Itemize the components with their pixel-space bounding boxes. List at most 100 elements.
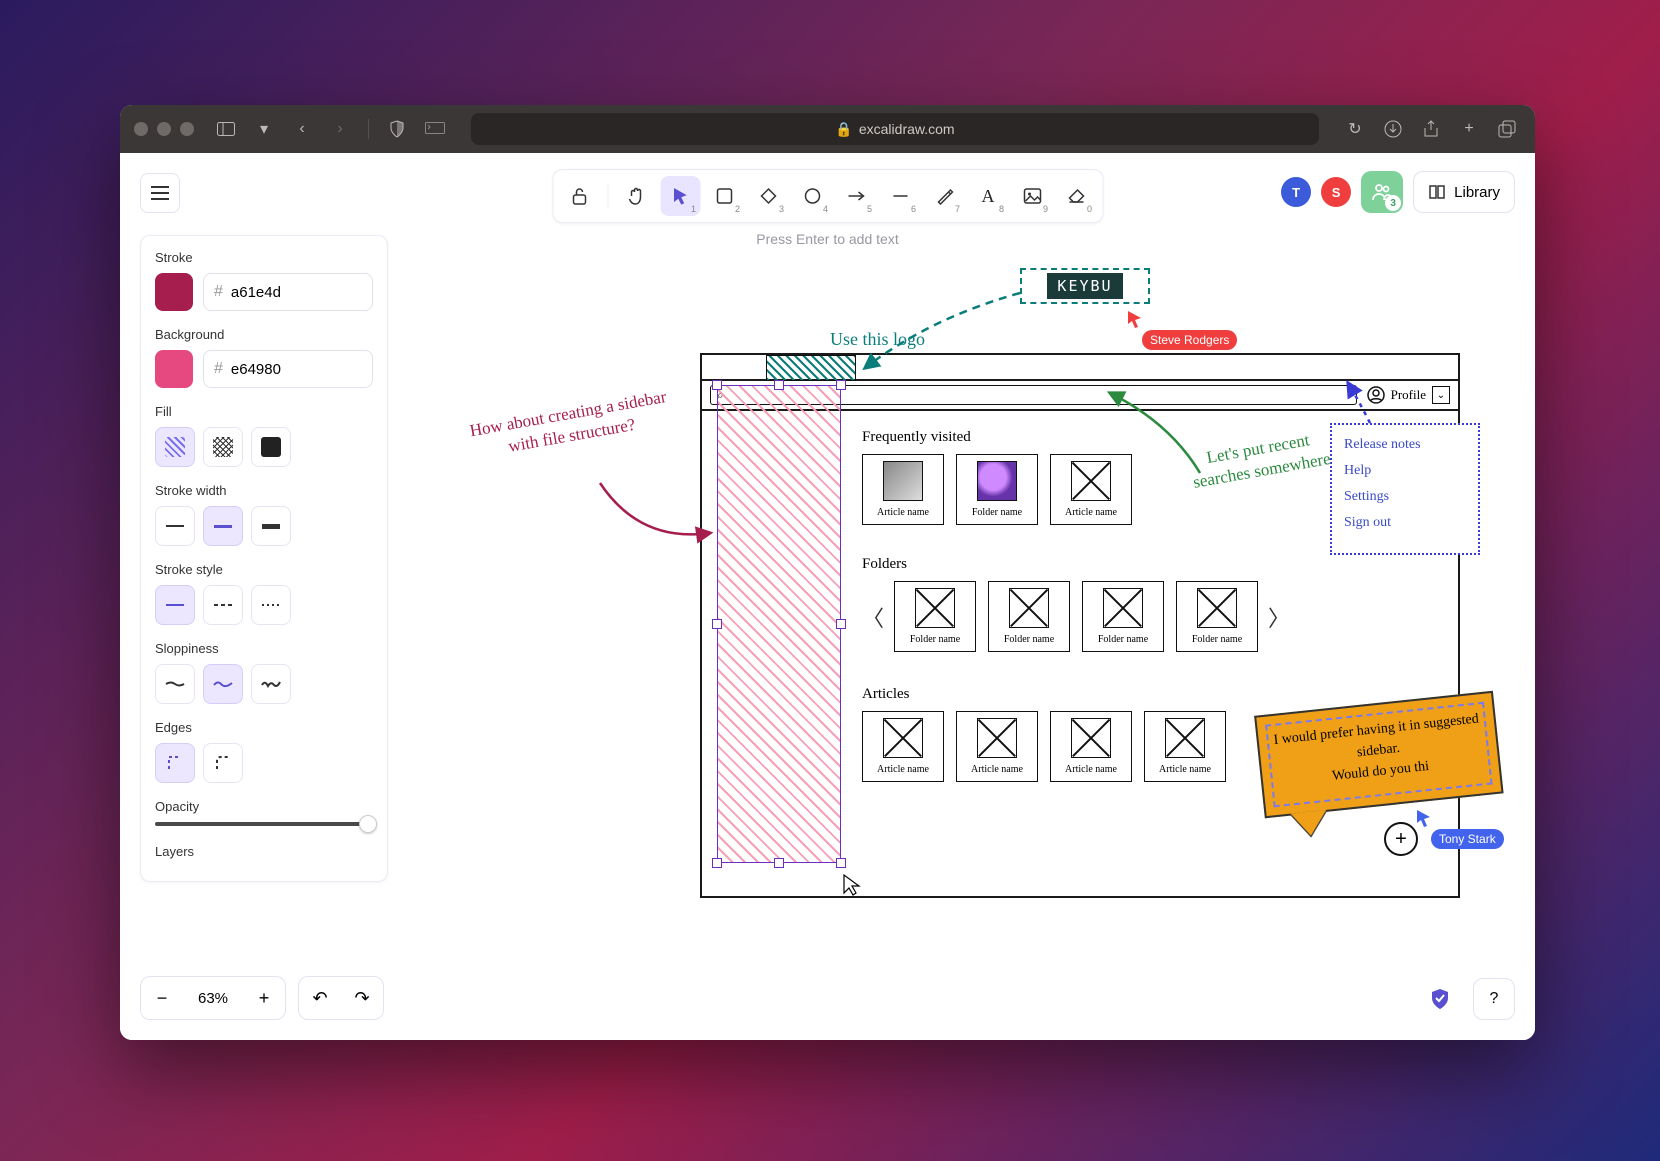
ss-dotted-button[interactable] bbox=[251, 585, 291, 625]
stroke-hex-input[interactable]: # bbox=[203, 273, 373, 311]
diamond-tool[interactable]: 3 bbox=[748, 176, 788, 216]
devtools-icon[interactable] bbox=[421, 115, 449, 143]
wireframe-profile[interactable]: Profile ⌄ bbox=[1367, 386, 1450, 404]
folder-card[interactable]: Folder name bbox=[1176, 581, 1258, 652]
dropdown-menu[interactable]: Release notes Help Settings Sign out bbox=[1330, 423, 1480, 555]
sw-thin-button[interactable] bbox=[155, 506, 195, 546]
image-tool[interactable]: 9 bbox=[1012, 176, 1052, 216]
menu-item[interactable]: Settings bbox=[1344, 489, 1466, 505]
folder-card[interactable]: Folder name bbox=[894, 581, 976, 652]
menu-item[interactable]: Release notes bbox=[1344, 437, 1466, 453]
traffic-lights[interactable] bbox=[134, 122, 194, 136]
menu-item[interactable]: Help bbox=[1344, 463, 1466, 479]
chevron-down-icon[interactable]: ▾ bbox=[250, 115, 278, 143]
arrow-tool[interactable]: 5 bbox=[836, 176, 876, 216]
select-tool[interactable]: 1 bbox=[660, 176, 700, 216]
share-icon[interactable] bbox=[1417, 115, 1445, 143]
article-card[interactable]: Article name bbox=[1144, 711, 1226, 782]
anno-sidebar[interactable]: How about creating a sidebar with file s… bbox=[468, 386, 673, 464]
freq-card[interactable]: Article name bbox=[862, 454, 944, 525]
stroke-swatch[interactable] bbox=[155, 273, 193, 311]
text-tool[interactable]: A 8 bbox=[968, 176, 1008, 216]
reload-icon[interactable]: ↻ bbox=[1341, 115, 1369, 143]
logo-box[interactable]: KEYBU bbox=[1020, 268, 1150, 304]
properties-panel: Stroke # Background # Fill bbox=[140, 235, 388, 882]
address-bar[interactable]: 🔒 excalidraw.com bbox=[471, 113, 1319, 145]
shield-icon[interactable] bbox=[383, 115, 411, 143]
library-button[interactable]: Library bbox=[1413, 171, 1515, 213]
sidebar-toggle-icon[interactable] bbox=[212, 115, 240, 143]
article-card[interactable]: Article name bbox=[956, 711, 1038, 782]
bg-hex-field[interactable] bbox=[231, 361, 362, 378]
avatar-t[interactable]: T bbox=[1281, 177, 1311, 207]
ss-solid-button[interactable] bbox=[155, 585, 195, 625]
freq-card[interactable]: Article name bbox=[1050, 454, 1132, 525]
ss-dashed-button[interactable] bbox=[203, 585, 243, 625]
eraser-tool[interactable]: 0 bbox=[1056, 176, 1096, 216]
folder-card[interactable]: Folder name bbox=[1082, 581, 1164, 652]
placeholder-icon bbox=[915, 588, 955, 628]
shield-status-icon[interactable] bbox=[1419, 978, 1461, 1020]
article-card[interactable]: Article name bbox=[1050, 711, 1132, 782]
sl-arch-button[interactable] bbox=[155, 664, 195, 704]
zoom-level[interactable]: 63% bbox=[183, 977, 243, 1019]
close-dot[interactable] bbox=[134, 122, 148, 136]
new-tab-icon[interactable]: + bbox=[1455, 115, 1483, 143]
ellipse-tool[interactable]: 4 bbox=[792, 176, 832, 216]
fill-cross-button[interactable] bbox=[203, 427, 243, 467]
back-icon[interactable]: ‹ bbox=[288, 115, 316, 143]
bg-swatch[interactable] bbox=[155, 350, 193, 388]
lock-tool[interactable] bbox=[559, 176, 599, 216]
folder-card[interactable]: Folder name bbox=[988, 581, 1070, 652]
placeholder-icon bbox=[1071, 461, 1111, 501]
menu-item[interactable]: Sign out bbox=[1344, 515, 1466, 531]
freq-card[interactable]: Folder name bbox=[956, 454, 1038, 525]
fill-hachure-button[interactable] bbox=[155, 427, 195, 467]
tool-toolbar: 1 2 3 4 5 6 7 bbox=[552, 169, 1103, 223]
undo-button[interactable]: ↶ bbox=[299, 977, 341, 1019]
sl-cartoon-button[interactable] bbox=[251, 664, 291, 704]
draw-tool[interactable]: 7 bbox=[924, 176, 964, 216]
sw-thick-button[interactable] bbox=[251, 506, 291, 546]
sl-artist-button[interactable] bbox=[203, 664, 243, 704]
thumbnail-icon bbox=[977, 461, 1017, 501]
zoom-in-button[interactable]: + bbox=[243, 977, 285, 1019]
placeholder-icon bbox=[1165, 718, 1205, 758]
avatar-s[interactable]: S bbox=[1321, 177, 1351, 207]
line-tool[interactable]: 6 bbox=[880, 176, 920, 216]
help-button[interactable]: ? bbox=[1473, 978, 1515, 1020]
maximize-dot[interactable] bbox=[180, 122, 194, 136]
zoom-out-button[interactable]: − bbox=[141, 977, 183, 1019]
carousel-next-icon[interactable]: 〉 bbox=[1268, 601, 1290, 633]
wireframe-tab[interactable] bbox=[766, 355, 856, 381]
rectangle-tool[interactable]: 2 bbox=[704, 176, 744, 216]
stroke-heading: Stroke bbox=[155, 250, 373, 265]
carousel-prev-icon[interactable]: 〈 bbox=[862, 601, 884, 633]
selected-sidebar-rect[interactable] bbox=[717, 385, 841, 863]
collab-count-badge: 3 bbox=[1385, 195, 1401, 211]
sw-med-button[interactable] bbox=[203, 506, 243, 546]
collaboration-button[interactable]: 3 bbox=[1361, 171, 1403, 213]
menu-button[interactable] bbox=[140, 173, 180, 213]
article-card[interactable]: Article name bbox=[862, 711, 944, 782]
hand-tool[interactable] bbox=[616, 176, 656, 216]
ed-sharp-button[interactable] bbox=[155, 743, 195, 783]
redo-button[interactable]: ↷ bbox=[341, 977, 383, 1019]
freq-title: Frequently visited bbox=[862, 429, 1132, 446]
download-icon[interactable] bbox=[1379, 115, 1407, 143]
bg-hex-input[interactable]: # bbox=[203, 350, 373, 388]
opacity-slider[interactable] bbox=[155, 822, 373, 826]
profile-chevron-icon[interactable]: ⌄ bbox=[1432, 386, 1450, 404]
ed-round-button[interactable] bbox=[203, 743, 243, 783]
minimize-dot[interactable] bbox=[157, 122, 171, 136]
browser-window: ▾ ‹ › 🔒 excalidraw.com ↻ + bbox=[120, 105, 1535, 1040]
zoom-controls: − 63% + ↶ ↷ bbox=[140, 976, 384, 1020]
canvas[interactable]: KEYBU ⌕ Profile ⌄ F bbox=[410, 223, 1515, 970]
fill-solid-button[interactable] bbox=[251, 427, 291, 467]
anno-logo[interactable]: Use this logo bbox=[830, 329, 925, 350]
collab-cursor-tony: Tony Stark bbox=[1415, 808, 1504, 849]
tabs-icon[interactable] bbox=[1493, 115, 1521, 143]
forward-icon[interactable]: › bbox=[326, 115, 354, 143]
stroke-hex-field[interactable] bbox=[231, 284, 362, 301]
fill-heading: Fill bbox=[155, 404, 373, 419]
